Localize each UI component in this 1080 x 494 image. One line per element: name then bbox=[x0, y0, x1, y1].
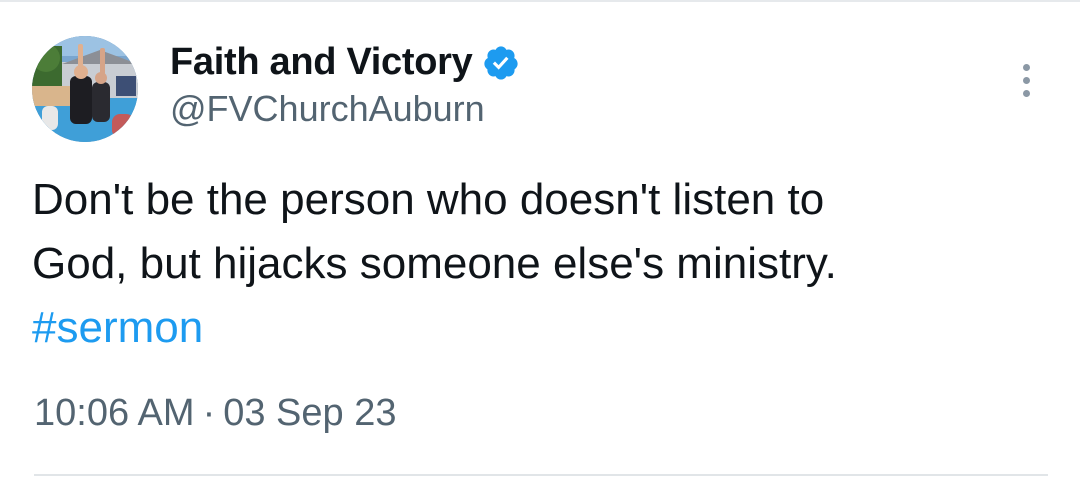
author-display-name[interactable]: Faith and Victory bbox=[170, 41, 473, 84]
bottom-divider bbox=[34, 474, 1048, 476]
tweet-text: Don't be the person who doesn't listen t… bbox=[32, 168, 1042, 360]
tweet-timestamp[interactable]: 10:06 AM · 03 Sep 23 bbox=[34, 392, 396, 435]
more-vertical-icon bbox=[1022, 63, 1030, 71]
author-name-row: Faith and Victory bbox=[170, 38, 520, 86]
tweet-text-line: God, but hijacks someone else's ministry… bbox=[32, 239, 837, 288]
tweet-date: 03 Sep 23 bbox=[223, 392, 397, 434]
author-handle[interactable]: @FVChurchAuburn bbox=[170, 88, 485, 130]
hashtag-link[interactable]: #sermon bbox=[32, 296, 1042, 360]
tweet-text-line: Don't be the person who doesn't listen t… bbox=[32, 175, 825, 224]
top-divider bbox=[0, 0, 1080, 2]
more-vertical-icon bbox=[1022, 76, 1030, 84]
more-vertical-icon bbox=[1022, 89, 1030, 97]
avatar[interactable] bbox=[32, 36, 138, 142]
more-options-button[interactable] bbox=[1008, 56, 1044, 104]
avatar-photo-icon bbox=[32, 36, 138, 142]
timestamp-separator: · bbox=[202, 392, 216, 434]
verified-badge-icon bbox=[484, 46, 519, 80]
tweet-time: 10:06 AM bbox=[34, 392, 195, 434]
